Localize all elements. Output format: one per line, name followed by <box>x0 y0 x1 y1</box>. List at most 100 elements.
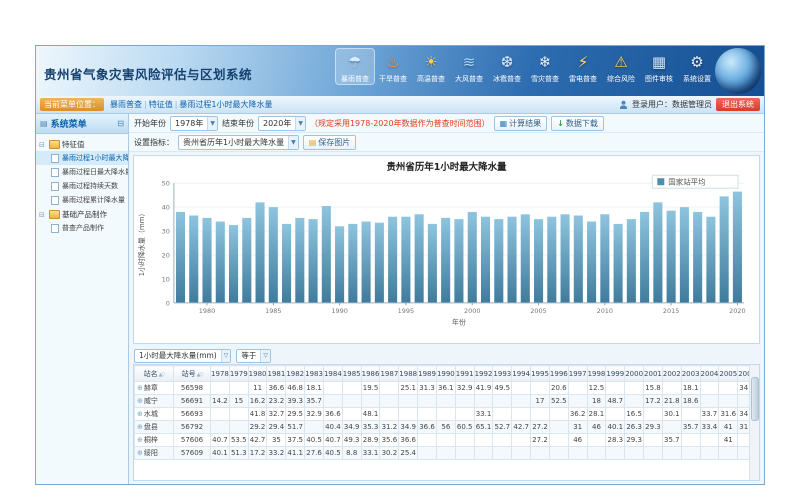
expand-icon[interactable]: ⊕ <box>137 423 143 431</box>
vertical-scrollbar[interactable] <box>749 365 759 480</box>
save-image-button[interactable]: ▤ 保存图片 <box>303 135 357 150</box>
column-header-year[interactable]: 1979 <box>229 366 248 382</box>
table-row[interactable]: ⊕盘县 5679229.229.451.740.434.935.331.234.… <box>135 421 761 434</box>
start-year-select[interactable]: 1978年 ▼ <box>170 116 218 131</box>
module-wind[interactable]: ≋ 大风普查 <box>450 49 488 84</box>
user-icon <box>619 100 628 109</box>
module-lightning[interactable]: ⚡ 雷电普查 <box>564 49 602 84</box>
column-header-station-name[interactable]: 站名▲▽ <box>135 366 174 382</box>
column-header-year[interactable]: 1987 <box>380 366 399 382</box>
module-settings[interactable]: ⚙ 系统设置 <box>678 49 716 84</box>
end-year-select[interactable]: 2020年 ▼ <box>258 116 306 131</box>
download-button[interactable]: ↓ 数据下载 <box>551 116 604 131</box>
column-header-year[interactable]: 1993 <box>493 366 512 382</box>
value-cell <box>455 434 474 447</box>
value-cell: 35.7 <box>662 434 681 447</box>
sidebar-item[interactable]: 暴雨过程持续天数 <box>36 179 128 193</box>
value-cell <box>436 408 455 421</box>
breadcrumb-item[interactable]: 特征值 <box>149 100 173 109</box>
table-row[interactable]: ⊕桐梓 5760640.753.542.73537.540.540.749.32… <box>135 434 761 447</box>
expand-icon[interactable]: ⊕ <box>137 384 143 392</box>
logout-button[interactable]: 退出系统 <box>716 98 760 111</box>
sort-icon[interactable]: ▲▽ <box>197 372 203 378</box>
table-row[interactable]: ⊕绥阳 5760940.151.317.233.241.127.640.58.8… <box>135 447 761 460</box>
sort-icon[interactable]: ▲▽ <box>159 372 165 378</box>
column-header-year[interactable]: 1978 <box>211 366 230 382</box>
column-header-year[interactable]: 1981 <box>267 366 286 382</box>
value-cell: 40.5 <box>305 434 324 447</box>
breadcrumb-item[interactable]: 暴雨普查 <box>110 100 142 109</box>
column-header-year[interactable]: 2002 <box>662 366 681 382</box>
table-row[interactable]: ⊕威宁 5669114.21516.223.239.335.71752.5184… <box>135 395 761 408</box>
column-header-year[interactable]: 2001 <box>644 366 663 382</box>
column-header-year[interactable]: 1985 <box>342 366 361 382</box>
value-cell: 41.1 <box>286 447 305 460</box>
expand-icon[interactable]: ⊕ <box>137 436 143 444</box>
expand-icon[interactable]: ⊕ <box>137 397 143 405</box>
operator-filter-select[interactable]: 等于 ▽ <box>236 349 271 363</box>
value-cell <box>493 447 512 460</box>
column-header-year[interactable]: 1999 <box>606 366 625 382</box>
indicator-select[interactable]: 贵州省历年1小时最大降水量 ▼ <box>178 135 299 150</box>
column-header-year[interactable]: 1990 <box>436 366 455 382</box>
column-header-year[interactable]: 2005 <box>719 366 738 382</box>
value-cell <box>568 382 587 395</box>
column-header-year[interactable]: 2000 <box>625 366 644 382</box>
module-hail[interactable]: ❆ 冰雹普查 <box>488 49 526 84</box>
value-cell: 35 <box>267 434 286 447</box>
table-row[interactable]: ⊕水城 5669341.832.729.532.936.648.133.136.… <box>135 408 761 421</box>
calculate-button[interactable]: ▦ 计算结果 <box>494 116 548 131</box>
column-header-year[interactable]: 1997 <box>568 366 587 382</box>
column-header-year[interactable]: 1982 <box>286 366 305 382</box>
value-cell <box>531 408 550 421</box>
sidebar-item[interactable]: 暴雨过程1小时最大降水量 <box>36 151 128 165</box>
field-filter-select[interactable]: 1小时最大降水量(mm) ▽ <box>134 349 231 363</box>
station-name-cell: ⊕赫章 <box>135 382 174 395</box>
login-user-label: 登录用户：数据管理员 <box>632 99 712 110</box>
value-cell: 15 <box>229 395 248 408</box>
tree-group[interactable]: ⊟ 特征值 <box>36 137 128 151</box>
document-icon <box>51 182 59 191</box>
column-header-year[interactable]: 1991 <box>455 366 474 382</box>
value-cell: 18 <box>587 395 606 408</box>
sidebar-item[interactable]: 普查产品制作 <box>36 221 128 235</box>
module-heat[interactable]: ☀ 高温普查 <box>412 49 450 84</box>
sidebar-item[interactable]: 暴雨过程累计降水量 <box>36 193 128 207</box>
column-header-year[interactable]: 1992 <box>474 366 493 382</box>
column-header-year[interactable]: 1994 <box>512 366 531 382</box>
breadcrumb-item[interactable]: 暴雨过程1小时最大降水量 <box>179 100 272 109</box>
column-header-year[interactable]: 1988 <box>399 366 418 382</box>
column-header-station-id[interactable]: 站号▲▽ <box>174 366 211 382</box>
sidebar-title-label: 系统菜单 <box>51 117 87 130</box>
tree-group[interactable]: ⊟ 基础产品制作 <box>36 207 128 221</box>
table-row[interactable]: ⊕赫章 565981136.646.818.119.525.131.336.13… <box>135 382 761 395</box>
value-cell: 21.8 <box>662 395 681 408</box>
year-filter-bar: 开始年份 1978年 ▼ 结束年份 2020年 ▼ （规定采用1978-2020… <box>129 114 764 133</box>
sidebar: ▤ 系统菜单 ⊟ ⊟ 特征值 暴雨过程1小时最大降水量 暴雨过程日最大降水量 暴… <box>36 114 129 484</box>
station-name-cell: ⊕绥阳 <box>135 447 174 460</box>
column-header-year[interactable]: 1986 <box>361 366 380 382</box>
column-header-year[interactable]: 1984 <box>323 366 342 382</box>
module-rainstorm[interactable]: ☂ 暴雨普查 <box>336 49 374 84</box>
value-cell <box>587 447 606 460</box>
collapse-all-icon[interactable]: ⊟ <box>117 119 124 128</box>
column-header-year[interactable]: 2003 <box>681 366 700 382</box>
module-drought[interactable]: ♨ 干旱普查 <box>374 49 412 84</box>
column-header-year[interactable]: 2004 <box>700 366 719 382</box>
expander-icon[interactable]: ⊟ <box>39 141 47 149</box>
expand-icon[interactable]: ⊕ <box>137 410 143 418</box>
column-header-year[interactable]: 1998 <box>587 366 606 382</box>
module-map-review[interactable]: ▦ 图件审核 <box>640 49 678 84</box>
sidebar-item[interactable]: 暴雨过程日最大降水量 <box>36 165 128 179</box>
column-header-year[interactable]: 1996 <box>549 366 568 382</box>
drought-icon: ♨ <box>374 50 412 75</box>
module-risk[interactable]: ⚠ 综合风险 <box>602 49 640 84</box>
scrollbar-thumb[interactable] <box>751 377 759 421</box>
column-header-year[interactable]: 1995 <box>531 366 550 382</box>
column-header-year[interactable]: 1980 <box>248 366 267 382</box>
module-snow[interactable]: ❄ 雪灾普查 <box>526 49 564 84</box>
column-header-year[interactable]: 1983 <box>305 366 324 382</box>
column-header-year[interactable]: 1989 <box>418 366 437 382</box>
expander-icon[interactable]: ⊟ <box>39 211 47 219</box>
expand-icon[interactable]: ⊕ <box>137 449 143 457</box>
